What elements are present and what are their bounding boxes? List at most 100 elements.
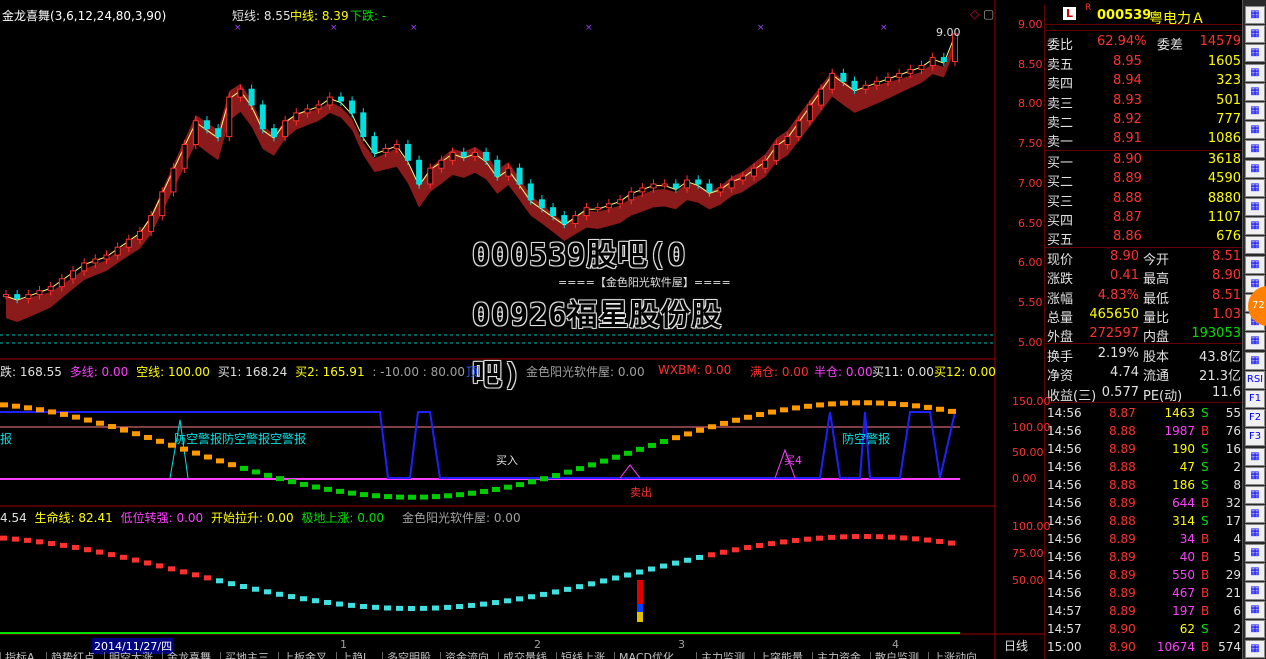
- buy-level-price: 8.88: [1113, 190, 1142, 206]
- sell-level-price: 8.93: [1113, 92, 1142, 108]
- buy-level-volume: 4590: [1207, 171, 1241, 187]
- toolbar-button[interactable]: F2: [1245, 409, 1265, 428]
- ind2-bar: [48, 409, 56, 415]
- candle-body: [3, 294, 9, 298]
- toolbar-button[interactable]: ▦: [1245, 198, 1265, 216]
- watermark-line-2: 00926福星股份股: [472, 298, 723, 333]
- ind2-bar: [300, 481, 308, 487]
- flag-badge[interactable]: L: [1063, 7, 1077, 20]
- toolbar-button[interactable]: ▦: [1245, 562, 1265, 581]
- ind2-bar: [312, 484, 320, 490]
- toolbar-button[interactable]: ▦: [1245, 486, 1265, 504]
- bottom-tab[interactable]: 短线上涨: [556, 652, 609, 659]
- stat-label: 今开: [1143, 253, 1170, 268]
- toolbar-button[interactable]: ▦: [1245, 351, 1265, 370]
- toolbar-button[interactable]: ▦: [1245, 255, 1265, 274]
- ind3-bar: [264, 589, 271, 595]
- period-label[interactable]: 日线: [1004, 637, 1028, 654]
- toolbar-button[interactable]: ▦: [1245, 82, 1265, 101]
- sell-level-volume: 1605: [1207, 54, 1241, 69]
- toolbar-button[interactable]: ▦: [1245, 582, 1265, 600]
- ind3-bar: [276, 591, 283, 597]
- bottom-tab[interactable]: 成交量线: [498, 652, 551, 659]
- toolbar-button[interactable]: ▦: [1245, 159, 1265, 178]
- bottom-tab[interactable]: 金龙喜舞: [162, 652, 215, 659]
- sell-level-label: 卖五: [1047, 58, 1074, 73]
- bottom-tab[interactable]: 主力资金: [812, 652, 865, 659]
- bottom-tab[interactable]: 上突能量: [754, 652, 807, 659]
- ind2-tri: [619, 464, 641, 479]
- toolbar-button[interactable]: ▦: [1245, 178, 1265, 197]
- toolbar-button[interactable]: ▦: [1245, 25, 1265, 44]
- ind3-bar: [756, 542, 763, 548]
- bottom-tab[interactable]: 资金流向: [440, 652, 493, 659]
- stock-name: 粤电力Ａ: [1149, 11, 1205, 27]
- candle-body: [103, 254, 110, 260]
- buy-level-volume: 3618: [1207, 152, 1241, 167]
- tick-price: 8.89: [1109, 442, 1136, 456]
- ind3-bar: [336, 601, 343, 607]
- toolbar-button[interactable]: ▦: [1245, 102, 1265, 120]
- candle-body: [829, 72, 836, 90]
- ind3-bar: [552, 589, 559, 595]
- toolbar-button[interactable]: F1: [1245, 390, 1265, 408]
- bottom-tab[interactable]: 指标A: [0, 652, 39, 659]
- toolbar-button[interactable]: ▦: [1245, 44, 1265, 63]
- candle-body: [282, 120, 289, 138]
- toolbar-button[interactable]: F3: [1245, 428, 1265, 447]
- tick-side: B: [1201, 550, 1210, 564]
- tick-volume: 1463: [1164, 406, 1195, 420]
- ind2-bar: [12, 403, 20, 409]
- toolbar-button[interactable]: ▦: [1245, 543, 1265, 562]
- candle-body: [940, 57, 947, 63]
- bottom-tab[interactable]: 上趋L: [336, 652, 373, 659]
- ind3-bar: [936, 538, 943, 544]
- toolbar-button[interactable]: ▦: [1245, 121, 1265, 140]
- tick-volume: 40: [1179, 550, 1195, 564]
- toolbar-button[interactable]: ▦: [1245, 217, 1265, 236]
- ind2-bar: [372, 493, 380, 499]
- ind3-bar: [948, 540, 955, 546]
- toolbar-button[interactable]: ▦: [1245, 332, 1265, 351]
- bottom-tab[interactable]: 主力监测: [696, 652, 749, 659]
- candle-body: [572, 215, 579, 225]
- stat-label: 净资: [1047, 369, 1074, 385]
- toolbar-button[interactable]: RSI: [1245, 370, 1265, 389]
- stat-value: 11.6: [1212, 384, 1241, 400]
- ind2-bar: [348, 490, 356, 496]
- bottom-tab[interactable]: 趋势红点: [46, 652, 99, 659]
- stat-value: 2.19%: [1097, 346, 1139, 361]
- toolbar-button[interactable]: ▦: [1245, 6, 1265, 24]
- toolbar-button[interactable]: ▦: [1245, 620, 1265, 639]
- bottom-tab[interactable]: 上涨动向: [928, 652, 981, 659]
- toolbar-button[interactable]: ▦: [1245, 140, 1265, 159]
- ind3-bar: [792, 537, 799, 543]
- toolbar-button[interactable]: ▦: [1245, 601, 1265, 620]
- wc-label: 委差: [1157, 38, 1184, 53]
- tick-time: 14:56: [1047, 406, 1082, 420]
- bottom-tab[interactable]: 上板金叉: [278, 652, 331, 659]
- toolbar-button[interactable]: ▦: [1245, 524, 1265, 543]
- candle-body: [929, 57, 936, 66]
- toolbar-button[interactable]: ▦: [1245, 63, 1265, 82]
- bottom-tab[interactable]: 散户监测: [870, 652, 923, 659]
- toolbar-button[interactable]: ▦: [1245, 236, 1265, 255]
- buy-level-row: 买一 8.90 3618: [1045, 151, 1243, 171]
- bottom-tab[interactable]: 明空大涨: [104, 652, 157, 659]
- toolbar-button[interactable]: ▦: [1245, 466, 1265, 485]
- ind2-b: 多线: 0.00: [69, 365, 129, 379]
- toolbar-button[interactable]: ▦: [1245, 505, 1265, 524]
- toolbar-button[interactable]: ▦: [1245, 447, 1265, 466]
- ind3-bar: [96, 549, 103, 555]
- ind3-bar: [744, 545, 751, 551]
- sell-level-row: 卖二 8.92 777: [1045, 111, 1243, 131]
- tick-side: S: [1201, 442, 1209, 456]
- bottom-tab[interactable]: 买地主三: [220, 652, 273, 659]
- toolbar-button[interactable]: ▦: [1245, 639, 1265, 658]
- bottom-tab[interactable]: MACD优化: [614, 652, 678, 659]
- chart-window-controls[interactable]: ◇ ▢: [970, 7, 994, 21]
- ind2-bar: [684, 431, 692, 437]
- bottom-tab[interactable]: 多空明股: [382, 652, 435, 659]
- tick-time: 14:56: [1047, 514, 1082, 528]
- stat-row: 现价 8.90 今开 8.51: [1045, 248, 1243, 268]
